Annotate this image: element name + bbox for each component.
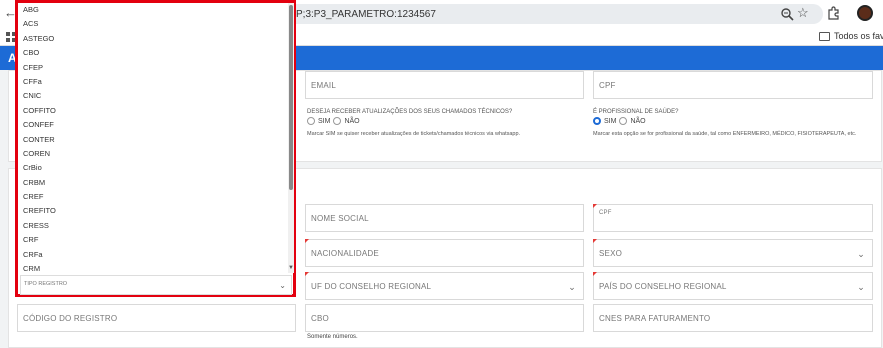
url-text[interactable]: P;3:P3_PARAMETRO:1234567: [296, 9, 436, 20]
cpf-input-field[interactable]: CPF: [593, 204, 873, 232]
updates-hint: Marcar SIM se quiser receber atualizaçõe…: [307, 131, 521, 137]
registry-type-options[interactable]: ABG ACS ASTEGO CBO CFEP CFFa CNIC COFFITO CONFEF…: [18, 3, 288, 273]
dropdown-option[interactable]: CRBM: [18, 176, 288, 190]
bookmarks-folder-label[interactable]: Todos os favorit: [834, 31, 883, 41]
registry-type-dropdown[interactable]: ABG ACS ASTEGO CBO CFEP CFFa CNIC COFFITO CONFEF…: [15, 0, 296, 297]
zoom-icon[interactable]: [780, 7, 794, 21]
cpf-field[interactable]: CPF: [593, 71, 873, 99]
email-field[interactable]: EMAIL: [305, 71, 584, 99]
cbo-label: CBO: [311, 314, 329, 323]
updates-no-radio[interactable]: [333, 117, 342, 125]
registry-code-label: CÓDIGO DO REGISTRO: [23, 314, 118, 323]
cnes-label: CNES PARA FATURAMENTO: [599, 314, 711, 323]
updates-no-label[interactable]: NÃO: [344, 118, 359, 125]
sex-label: SEXO: [599, 249, 623, 258]
scrollbar-thumb[interactable]: [289, 5, 293, 190]
dropdown-option[interactable]: ACS: [18, 17, 288, 31]
council-uf-label: UF DO CONSELHO REGIONAL: [311, 282, 432, 291]
chevron-down-icon: ⌄: [568, 282, 576, 292]
sex-select[interactable]: SEXO ⌄: [593, 239, 873, 267]
dropdown-option[interactable]: CRM: [18, 262, 288, 273]
dropdown-option[interactable]: CNIC: [18, 89, 288, 103]
numbers-only-hint: Somente números.: [307, 334, 358, 340]
health-no-label[interactable]: NÃO: [630, 118, 645, 125]
dropdown-option[interactable]: ABG: [18, 3, 288, 17]
health-no-radio[interactable]: [619, 117, 628, 125]
health-hint: Marcar esta opção se for profissional da…: [593, 131, 857, 137]
updates-yes-label[interactable]: SIM: [318, 118, 330, 125]
dropdown-option[interactable]: CREF: [18, 190, 288, 204]
dropdown-option[interactable]: CRF: [18, 233, 288, 247]
chevron-down-icon: ⌄: [857, 282, 865, 292]
dropdown-option[interactable]: CFEP: [18, 61, 288, 75]
cbo-field[interactable]: CBO: [305, 304, 584, 332]
updates-yes-radio[interactable]: [307, 117, 315, 125]
dropdown-option[interactable]: CONTER: [18, 133, 288, 147]
cpf-small-label: CPF: [599, 210, 612, 216]
chevron-down-icon: ⌄: [857, 249, 865, 259]
dropdown-option[interactable]: CREFITO: [18, 204, 288, 218]
dropdown-option[interactable]: CFFa: [18, 75, 288, 89]
bookmark-star-icon[interactable]: ☆: [797, 5, 809, 21]
dropdown-option[interactable]: ASTEGO: [18, 32, 288, 46]
council-uf-select[interactable]: UF DO CONSELHO REGIONAL ⌄: [305, 272, 584, 300]
updates-question: DESEJA RECEBER ATUALIZAÇÕES DOS SEUS CHA…: [307, 109, 513, 115]
email-label: EMAIL: [311, 81, 337, 90]
dropdown-option[interactable]: COREN: [18, 147, 288, 161]
dropdown-option[interactable]: CrBio: [18, 161, 288, 175]
folder-icon[interactable]: [819, 32, 830, 41]
chevron-down-icon: ⌄: [279, 281, 286, 290]
scroll-down-arrow-icon[interactable]: ▼: [288, 265, 294, 271]
profile-avatar-icon[interactable]: [857, 5, 873, 21]
cnes-field[interactable]: CNES PARA FATURAMENTO: [593, 304, 873, 332]
council-country-label: PAÍS DO CONSELHO REGIONAL: [599, 282, 727, 291]
health-radio-group: SIM NÃO: [593, 117, 646, 125]
health-yes-radio[interactable]: [593, 117, 601, 125]
extensions-icon[interactable]: [826, 6, 840, 20]
dropdown-option[interactable]: CRESS: [18, 219, 288, 233]
cpf-label: CPF: [599, 81, 616, 90]
dropdown-option[interactable]: CONFEF: [18, 118, 288, 132]
dropdown-option[interactable]: CBO: [18, 46, 288, 60]
dropdown-option[interactable]: COFFITO: [18, 104, 288, 118]
registry-type-select[interactable]: TIPO REGISTRO ⌄: [20, 275, 292, 295]
health-yes-label[interactable]: SIM: [604, 118, 616, 125]
nationality-field[interactable]: NACIONALIDADE: [305, 239, 584, 267]
registry-type-label: TIPO REGISTRO: [24, 281, 68, 287]
updates-radio-group: SIM NÃO: [307, 117, 360, 125]
dropdown-scrollbar[interactable]: ▼: [288, 3, 294, 273]
registry-code-field[interactable]: CÓDIGO DO REGISTRO: [17, 304, 296, 332]
dropdown-option[interactable]: CRFa: [18, 248, 288, 262]
social-name-field[interactable]: NOME SOCIAL: [305, 204, 584, 232]
council-country-select[interactable]: PAÍS DO CONSELHO REGIONAL ⌄: [593, 272, 873, 300]
social-name-label: NOME SOCIAL: [311, 214, 369, 223]
nationality-label: NACIONALIDADE: [311, 249, 379, 258]
health-question: É PROFISSIONAL DE SAÚDE?: [593, 109, 679, 115]
